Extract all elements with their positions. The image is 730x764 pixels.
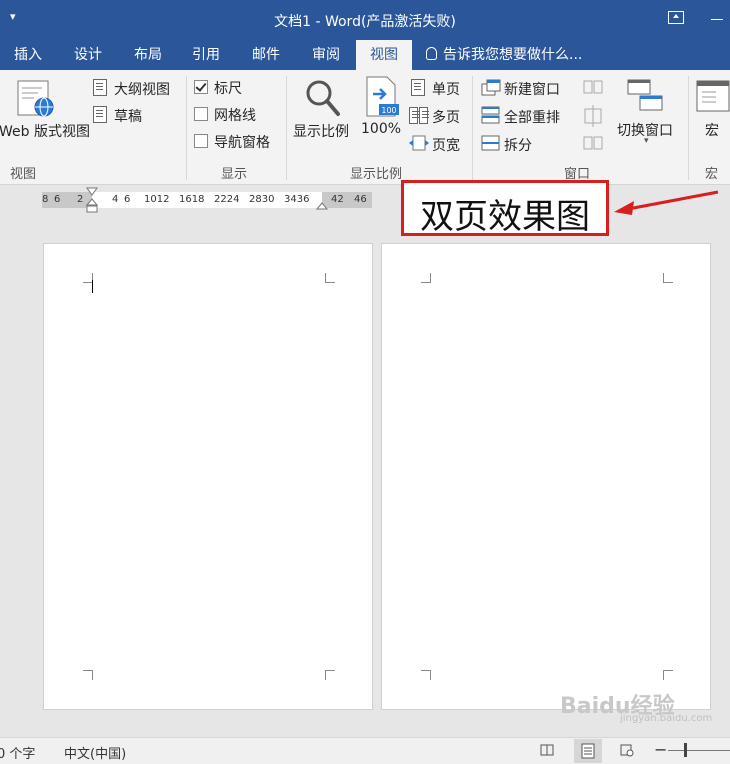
tab-review[interactable]: 审阅 — [298, 40, 354, 70]
zoom-slider-thumb[interactable] — [684, 743, 687, 757]
ruler-checkbox[interactable] — [194, 80, 208, 94]
zoom-100-button[interactable]: 100% — [361, 121, 401, 137]
multi-page-icon-2 — [419, 107, 429, 124]
macros-button[interactable]: 宏 — [705, 120, 719, 140]
document-page-2[interactable] — [381, 243, 711, 710]
window-side-icons — [583, 80, 603, 150]
ruler-tick: 6 — [124, 194, 131, 205]
one-page-button[interactable]: 单页 — [432, 79, 460, 99]
ruler-left-margin — [42, 192, 92, 208]
tell-me-text: 告诉我您想要做什么... — [443, 47, 583, 63]
nav-pane-checkbox[interactable] — [194, 134, 208, 148]
annotation-callout: 双页效果图 — [401, 180, 609, 237]
page-corner-mark — [83, 670, 93, 680]
ribbon-tabs: 插入 设计 布局 引用 邮件 审阅 视图 告诉我您想要做什么... — [0, 40, 730, 70]
split-icon — [481, 135, 500, 151]
tab-view[interactable]: 视图 — [356, 40, 412, 70]
ruler-tick: 2224 — [214, 194, 240, 205]
indent-marker-icon[interactable] — [86, 187, 98, 217]
group-separator — [688, 76, 689, 180]
tab-layout[interactable]: 布局 — [120, 40, 176, 70]
ruler-label: 标尺 — [214, 81, 242, 97]
zoom-100-icon: 100 — [366, 76, 399, 117]
arrange-all-button[interactable]: 全部重排 — [504, 107, 560, 127]
tab-design[interactable]: 设计 — [60, 40, 116, 70]
ruler-tick: 42 — [331, 194, 344, 205]
draft-button[interactable]: 草稿 — [114, 106, 142, 126]
word-count[interactable]: 0 个字 — [0, 743, 35, 762]
group-label-macros: 宏 — [705, 167, 719, 182]
title-bar: ▾ 文档1 - Word(产品激活失败) — [0, 0, 730, 40]
minimize-icon[interactable] — [711, 19, 723, 20]
new-window-button[interactable]: 新建窗口 — [504, 79, 560, 99]
switch-windows-dropdown-icon[interactable]: ▾ — [644, 136, 649, 146]
ruler-tick: 46 — [354, 194, 367, 205]
group-label-zoom: 显示比例 — [350, 167, 403, 182]
status-bar: 0 个字 中文(中国) − — [0, 737, 730, 764]
new-window-icon — [481, 79, 501, 96]
watermark-url: jingyan.baidu.com — [620, 713, 713, 724]
page-width-icon — [409, 135, 429, 151]
tell-me-search[interactable]: 告诉我您想要做什么... — [426, 40, 582, 70]
text-cursor — [92, 280, 93, 293]
ruler-tick: 1618 — [179, 194, 205, 205]
page-corner-mark — [421, 670, 431, 680]
page-corner-mark — [421, 273, 431, 283]
macros-icon — [696, 80, 730, 112]
ruler-tick: 3436 — [284, 194, 310, 205]
zoom-button[interactable]: 显示比例 — [293, 121, 349, 141]
annotation-text: 双页效果图 — [420, 197, 590, 237]
split-button[interactable]: 拆分 — [504, 135, 532, 155]
page-corner-mark — [663, 670, 673, 680]
tab-mailings[interactable]: 邮件 — [238, 40, 294, 70]
outline-icon — [93, 79, 107, 96]
language-indicator[interactable]: 中文(中国) — [64, 743, 126, 762]
page-corner-mark — [663, 273, 673, 283]
zoom-100-badge: 100 — [381, 106, 396, 115]
tab-insert[interactable]: 插入 — [2, 40, 54, 70]
group-separator — [186, 76, 187, 180]
zoom-out-button[interactable]: − — [654, 740, 667, 759]
zoom-slider[interactable] — [668, 750, 730, 751]
ruler-tick: 2830 — [249, 194, 275, 205]
window-title: 文档1 - Word(产品激活失败) — [274, 14, 456, 30]
ruler-tick: 4 — [112, 194, 119, 205]
read-mode-icon[interactable] — [540, 743, 554, 757]
page-width-button[interactable]: 页宽 — [432, 135, 460, 155]
draft-icon — [93, 106, 107, 123]
group-separator — [286, 76, 287, 180]
tab-references[interactable]: 引用 — [180, 40, 232, 70]
page-corner-mark — [325, 670, 335, 680]
group-label-views: 视图 — [10, 167, 37, 182]
ruler-tick: 2 — [77, 194, 84, 205]
web-layout-icon — [17, 80, 54, 117]
ruler-tick: 6 — [54, 194, 61, 205]
multi-page-button[interactable]: 多页 — [432, 107, 460, 127]
group-separator — [472, 76, 473, 180]
web-layout-button[interactable]: Web 版式视图 — [0, 121, 90, 141]
gridlines-label: 网格线 — [214, 108, 256, 124]
outline-button[interactable]: 大纲视图 — [114, 79, 170, 99]
print-layout-icon — [581, 743, 595, 759]
arrange-all-icon — [481, 106, 500, 124]
right-indent-marker-icon[interactable] — [316, 200, 328, 210]
magnifier-icon — [306, 80, 340, 116]
ruler-tick: 1012 — [144, 194, 170, 205]
annotation-arrow-icon — [614, 190, 719, 215]
one-page-icon — [411, 79, 425, 96]
lightbulb-icon — [426, 47, 437, 60]
horizontal-ruler[interactable]: 8 6 2 4 6 1012 1618 2224 2830 3436 42 46 — [42, 187, 372, 213]
switch-windows-icon — [627, 79, 663, 111]
nav-pane-label: 导航窗格 — [214, 135, 270, 151]
multi-page-icon — [409, 107, 419, 124]
ribbon: Web 版式视图 大纲视图 草稿 视图 标尺 网格线 导航窗格 显示 显示比例 … — [0, 70, 730, 185]
print-layout-button[interactable] — [574, 739, 602, 763]
document-page-1[interactable] — [43, 243, 373, 710]
ruler-tick: 8 — [42, 194, 49, 205]
group-label-show: 显示 — [221, 167, 248, 182]
page-corner-mark — [325, 273, 335, 283]
ribbon-display-options-icon[interactable] — [668, 11, 684, 24]
gridlines-checkbox[interactable] — [194, 107, 208, 121]
web-layout-view-icon[interactable] — [620, 743, 634, 757]
